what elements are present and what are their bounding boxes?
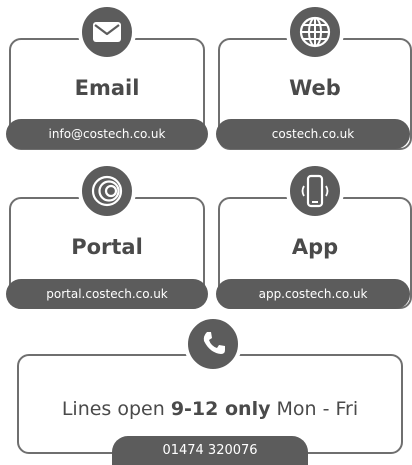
- portal-link[interactable]: portal.costech.co.uk: [6, 279, 208, 309]
- email-title: Email: [74, 76, 140, 100]
- web-link[interactable]: costech.co.uk: [216, 119, 410, 149]
- phone-number[interactable]: 01474 320076: [112, 436, 308, 465]
- portal-icon: [78, 162, 136, 220]
- lines-prefix: Lines open: [61, 398, 165, 420]
- lines-hours: 9-12 only: [170, 398, 271, 420]
- envelope-icon: [78, 3, 136, 61]
- lines-suffix: Mon - Fri: [276, 398, 359, 420]
- opening-hours-text: Lines open 9-12 only Mon - Fri: [19, 398, 401, 420]
- globe-icon: [286, 3, 344, 61]
- mobile-phone-icon: [286, 162, 344, 220]
- web-title: Web: [289, 76, 341, 100]
- portal-title: Portal: [71, 235, 143, 259]
- email-link[interactable]: info@costech.co.uk: [6, 119, 208, 149]
- app-link[interactable]: app.costech.co.uk: [216, 279, 410, 309]
- app-title: App: [291, 235, 339, 259]
- phone-handset-icon: [184, 315, 242, 373]
